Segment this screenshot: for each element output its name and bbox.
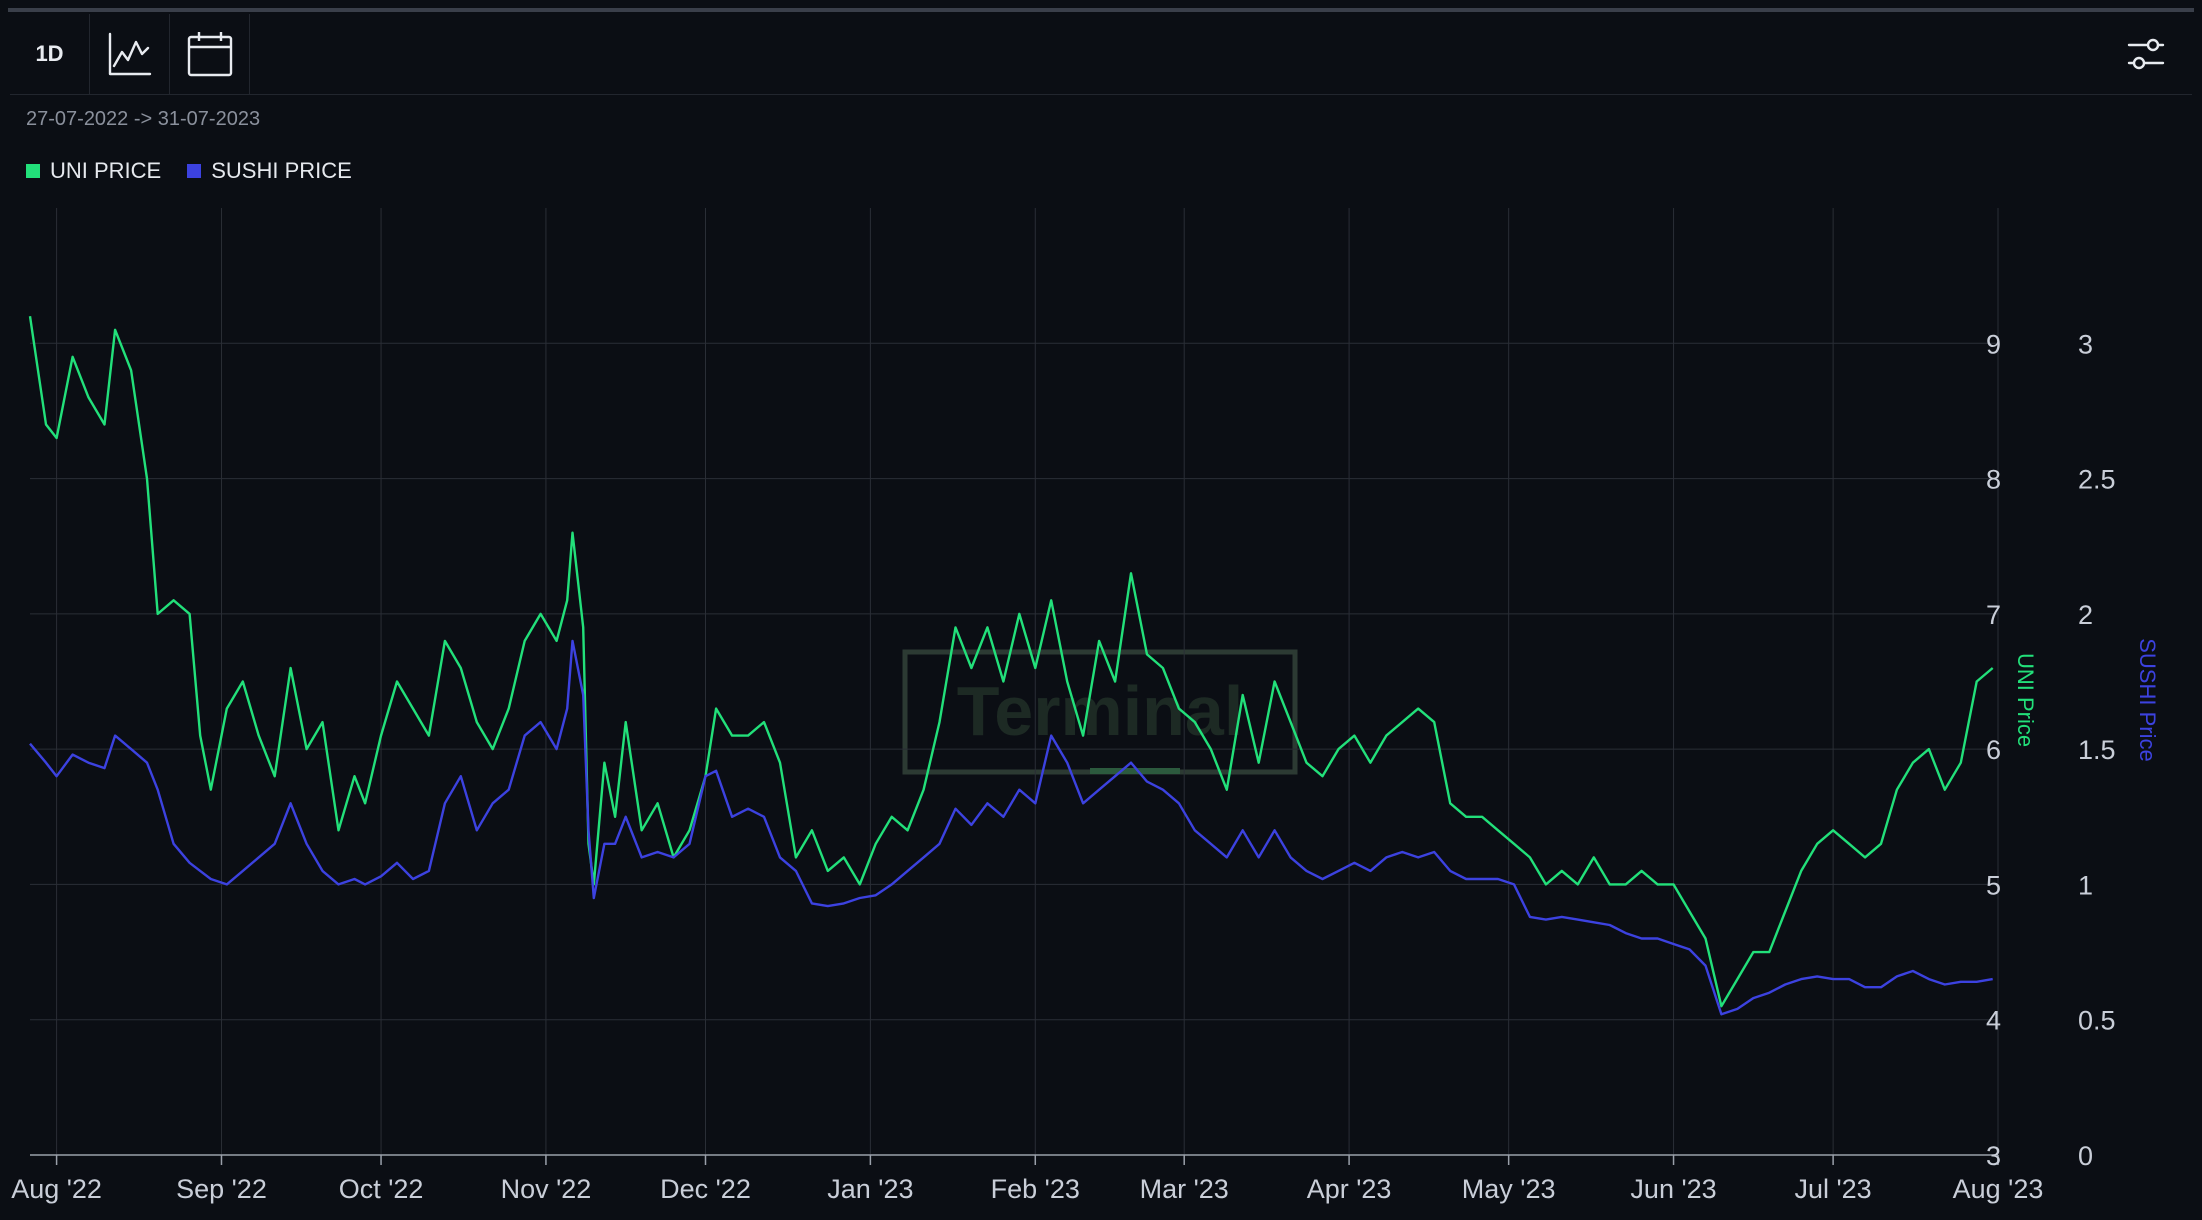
y-right-tick-label: 2.5 [2078,465,2116,495]
x-tick-label: Sep '22 [176,1174,267,1204]
y-right-tick-label: 3 [2078,329,2093,359]
x-tick-label: Feb '23 [991,1174,1080,1204]
y-right-tick-label: 1.5 [2078,735,2116,765]
y-left-tick-label: 6 [1986,735,2001,765]
y-left-tick-label: 7 [1986,600,2001,630]
x-tick-label: Jan '23 [827,1174,913,1204]
y-right-tick-label: 0 [2078,1141,2093,1171]
x-tick-label: Oct '22 [339,1174,424,1204]
x-tick-label: Jul '23 [1795,1174,1872,1204]
y-left-tick-label: 8 [1986,465,2001,495]
watermark-text: Terminal [957,672,1244,750]
x-tick-label: Aug '22 [11,1174,102,1204]
y-right-tick-label: 0.5 [2078,1006,2116,1036]
x-tick-label: Jun '23 [1630,1174,1716,1204]
x-tick-label: Dec '22 [660,1174,751,1204]
y-left-axis-title: UNI Price [2013,653,2038,747]
y-right-axis-title: SUSHI Price [2135,638,2160,761]
y-left-tick-label: 5 [1986,870,2001,900]
y-left-tick-label: 9 [1986,329,2001,359]
y-right-tick-label: 1 [2078,870,2093,900]
y-left-tick-label: 4 [1986,1006,2001,1036]
price-chart[interactable]: Terminal Aug '22 Sep '22 Oct '22 Nov '22 Dec … [0,0,2202,1220]
x-tick-label: Aug '23 [1953,1174,2044,1204]
x-tick-label: May '23 [1462,1174,1556,1204]
y-right-tick-label: 2 [2078,600,2093,630]
x-tick-label: Apr '23 [1307,1174,1392,1204]
y-left-tick-label: 3 [1986,1141,2001,1171]
x-tick-label: Mar '23 [1140,1174,1229,1204]
x-tick-label: Nov '22 [501,1174,592,1204]
series-line-uni[interactable] [28,316,1994,1008]
